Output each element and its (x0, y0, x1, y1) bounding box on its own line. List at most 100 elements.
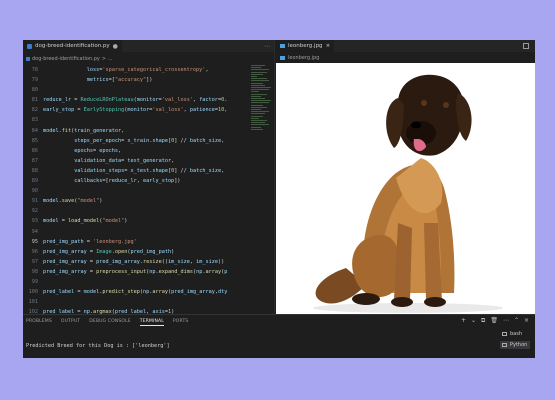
image-tabbar: leonberg.jpg × (276, 40, 535, 52)
split-terminal-icon[interactable]: ⧉ (481, 317, 485, 325)
terminal-list: bash Python (500, 330, 530, 349)
more-icon[interactable]: ⋯ (503, 317, 509, 325)
code-line[interactable]: 98 pred_img_array = preprocess_input(np.e… (23, 267, 251, 277)
code-text: pred_img_array = Image.open(pred_img_pat… (43, 248, 175, 255)
code-line[interactable]: 94 (23, 227, 251, 237)
image-canvas (286, 63, 535, 314)
code-line[interactable]: 86 epochs= epochs, (23, 146, 251, 156)
minimap[interactable] (251, 65, 273, 315)
line-number: 87 (31, 157, 38, 164)
line-number: 99 (31, 278, 38, 285)
minimap-line (251, 65, 265, 66)
line-number: 84 (31, 127, 38, 134)
code-line[interactable]: 88 validation_steps= x_test.shape[0] // … (23, 166, 251, 176)
new-terminal-icon[interactable]: + (461, 317, 466, 325)
line-number: 95 (31, 238, 38, 245)
minimap-line (251, 82, 263, 84)
code-text: reduce_lr = ReduceLROnPlateau(monitor='v… (43, 97, 228, 104)
code-line[interactable]: 78 loss='sparse_categorical_crossentropy… (23, 65, 251, 75)
terminal-icon (502, 343, 507, 347)
code-line[interactable]: 97 pred_img_array = pred_img_array.resize… (23, 257, 251, 267)
minimap-line (251, 95, 261, 97)
line-number: 89 (31, 178, 38, 185)
tab-output[interactable]: OUTPUT (61, 319, 80, 326)
tab-problems[interactable]: PROBLEMS (26, 319, 52, 326)
code-line[interactable]: 79 metrics=["accuracy"]) (23, 75, 251, 85)
code-text: model.fit(train_generator, (43, 127, 125, 134)
line-number: 78 (31, 67, 38, 73)
image-breadcrumb-file[interactable]: leonberg.jpg (288, 55, 319, 61)
code-line[interactable]: 89 callbacks=[reduce_lr, early_stop]) (23, 176, 251, 186)
more-actions-icon[interactable]: ⋯ (264, 43, 270, 50)
line-number: 101 (28, 299, 38, 306)
terminal-item-python[interactable]: Python (500, 341, 530, 349)
terminal-output[interactable]: Predicted Breed for this Dog is : ['leon… (26, 343, 170, 349)
line-number: 82 (31, 107, 38, 114)
code-line[interactable]: 99 (23, 277, 251, 287)
code-text: validation_steps= x_test.shape[0] // bat… (74, 167, 225, 174)
editor-pane: dog-breed-identification.py ● ⋯ dog-bree… (23, 40, 275, 317)
minimap-line (251, 76, 257, 77)
close-icon[interactable]: × (326, 43, 331, 49)
code-line[interactable]: 83 (23, 115, 251, 125)
code-line[interactable]: 101 (23, 297, 251, 307)
code-area[interactable]: 78 loss='sparse_categorical_crossentropy… (23, 65, 251, 317)
vscode-window: dog-breed-identification.py ● ⋯ dog-bree… (23, 40, 535, 358)
minimap-line (251, 115, 263, 117)
code-line[interactable]: 92 (23, 206, 251, 216)
code-line[interactable]: 95 pred_img_path = 'leonberg.jpg' (23, 237, 251, 247)
code-text: loss='sparse_categorical_crossentropy', (86, 67, 209, 73)
code-text: model.save("model") (43, 198, 103, 205)
python-file-icon (26, 56, 30, 61)
maximize-icon[interactable]: ⌃ (514, 317, 519, 325)
code-line[interactable]: 85 steps_per_epoch= x_train.shape[0] // … (23, 136, 251, 146)
code-text: pred_label = model.predict_step(np.array… (43, 289, 228, 296)
code-line[interactable]: 80 (23, 85, 251, 95)
minimap-line (251, 67, 261, 69)
minimap-line (251, 124, 269, 126)
dropdown-icon[interactable]: ⌄ (471, 317, 476, 325)
code-line[interactable]: 93 model = load_model("model") (23, 216, 251, 226)
breadcrumb: dog-breed-identification.py > ... (23, 54, 112, 63)
tab-ports[interactable]: PORTS (173, 319, 188, 326)
line-number: 79 (31, 77, 38, 84)
split-editor-icon[interactable] (523, 43, 529, 49)
minimap-line (251, 80, 269, 82)
code-line[interactable]: 91 model.save("model") (23, 196, 251, 206)
code-line[interactable]: 81 reduce_lr = ReduceLROnPlateau(monitor=… (23, 95, 251, 105)
image-breadcrumb: leonberg.jpg (276, 52, 535, 63)
minimap-line (251, 120, 267, 121)
code-line[interactable]: 84 model.fit(train_generator, (23, 126, 251, 136)
code-text: model = load_model("model") (43, 218, 128, 225)
tab-dog-breed-identification[interactable]: dog-breed-identification.py ● (23, 40, 122, 52)
close-panel-icon[interactable]: × (524, 317, 529, 325)
tab-debug-console[interactable]: DEBUG CONSOLE (89, 319, 131, 326)
breadcrumb-file[interactable]: dog-breed-identification.py (32, 56, 100, 62)
tab-leonberg[interactable]: leonberg.jpg × (276, 40, 335, 52)
minimap-line (251, 128, 263, 130)
terminal-label: bash (510, 331, 523, 337)
line-number: 100 (28, 289, 38, 296)
code-line[interactable]: 100 pred_label = model.predict_step(np.ar… (23, 287, 251, 297)
minimap-line (251, 111, 269, 113)
panel-tabs: PROBLEMS OUTPUT DEBUG CONSOLE TERMINAL PORTS (26, 319, 188, 326)
breadcrumb-more[interactable]: > ... (102, 56, 113, 62)
minimap-line (251, 91, 259, 93)
minimap-line (251, 69, 269, 71)
terminal-item-bash[interactable]: bash (500, 330, 530, 338)
tab-terminal[interactable]: TERMINAL (139, 319, 164, 326)
unsaved-dot-icon[interactable]: ● (113, 43, 118, 50)
minimap-line (251, 87, 271, 88)
minimap-line (251, 89, 269, 91)
code-line[interactable]: 82 early_stop = EarlyStopping(monitor='va… (23, 105, 251, 115)
line-number: 80 (31, 87, 38, 94)
code-text: steps_per_epoch= x_train.shape[0] // bat… (74, 137, 225, 144)
editor-tabbar: dog-breed-identification.py ● ⋯ (23, 40, 274, 52)
trash-icon[interactable]: 🗑 (490, 317, 498, 325)
code-line[interactable]: 90 (23, 186, 251, 196)
dog-image (313, 74, 503, 313)
code-line[interactable]: 96 pred_img_array = Image.open(pred_img_p… (23, 247, 251, 257)
terminal-icon (502, 332, 507, 336)
code-text: pred_img_array = pred_img_array.resize((… (43, 258, 225, 265)
code-line[interactable]: 87 validation_data= test_generator, (23, 156, 251, 166)
